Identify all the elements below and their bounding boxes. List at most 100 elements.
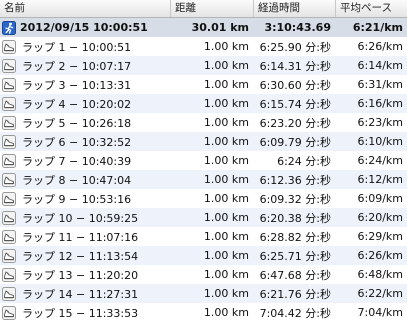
lap-row[interactable]: ラップ 14 − 11:27:31 1.00 km 6:21.76 分:秒 6:22/… — [0, 284, 407, 303]
summary-pace: 6:21/km — [352, 21, 403, 34]
summary-name: 2012/09/15 10:00:51 — [20, 21, 148, 34]
lap-distance: 1.00 km — [203, 211, 249, 224]
lap-distance: 1.00 km — [203, 154, 249, 167]
lap-time: 6:14.31 分:秒 — [259, 59, 331, 73]
lap-name-cell: ラップ 8 − 10:47:04 — [0, 172, 170, 188]
lap-row[interactable]: ラップ 7 − 10:40:39 1.00 km 6:24 分:秒 6:24/km — [0, 151, 407, 170]
lap-row[interactable]: ラップ 9 − 10:53:16 1.00 km 6:09.32 分:秒 6:09/k… — [0, 189, 407, 208]
shoe-icon — [2, 134, 16, 149]
shoe-icon — [2, 39, 16, 54]
lap-name-cell: ラップ 6 − 10:32:52 — [0, 134, 170, 150]
lap-distance: 1.00 km — [203, 173, 249, 186]
lap-distance: 1.00 km — [203, 135, 249, 148]
lap-row[interactable]: ラップ 6 − 10:32:52 1.00 km 6:09.79 分:秒 6:10/k… — [0, 132, 407, 151]
lap-row[interactable]: ラップ 10 − 10:59:25 1.00 km 6:20.38 分:秒 6:20/… — [0, 208, 407, 227]
lap-row[interactable]: ラップ 11 − 11:07:16 1.00 km 6:28.82 分:秒 6:29/… — [0, 227, 407, 246]
lap-name: ラップ 5 − 10:26:18 — [22, 116, 132, 130]
lap-name: ラップ 11 − 11:07:16 — [22, 230, 139, 244]
lap-time: 6:47.68 分:秒 — [259, 268, 331, 282]
lap-name: ラップ 3 − 10:13:31 — [22, 78, 132, 92]
shoe-icon — [2, 248, 16, 263]
lap-pace: 6:29/km — [357, 230, 404, 243]
lap-row[interactable]: ラップ 5 − 10:26:18 1.00 km 6:23.20 分:秒 6:23/k… — [0, 113, 407, 132]
summary-name-cell: 2012/09/15 10:00:51 — [0, 20, 170, 35]
lap-time: 6:25.71 分:秒 — [259, 249, 331, 263]
lap-rows: ラップ 1 − 10:00:51 1.00 km 6:25.90 分:秒 6:26/k… — [0, 37, 407, 322]
lap-name-cell: ラップ 10 − 10:59:25 — [0, 210, 170, 226]
laps-table: 名前 距離 経過時間 平均ペース 2012/09/15 10:00:51 30.… — [0, 0, 407, 320]
lap-name-cell: ラップ 5 − 10:26:18 — [0, 115, 170, 131]
shoe-icon — [2, 77, 16, 92]
lap-time: 6:20.38 分:秒 — [259, 211, 331, 225]
lap-time: 6:28.82 分:秒 — [259, 230, 331, 244]
lap-name-cell: ラップ 14 − 11:27:31 — [0, 286, 170, 302]
lap-pace: 6:12/km — [357, 173, 404, 186]
lap-pace: 6:22/km — [357, 287, 404, 300]
lap-time: 6:21.76 分:秒 — [259, 287, 331, 301]
runner-icon — [2, 20, 16, 35]
summary-time: 3:10:43.69 — [264, 21, 331, 34]
lap-row[interactable]: ラップ 4 − 10:20:02 1.00 km 6:15.74 分:秒 6:16/k… — [0, 94, 407, 113]
lap-name: ラップ 14 − 11:27:31 — [22, 287, 139, 301]
lap-row[interactable]: ラップ 8 − 10:47:04 1.00 km 6:12.36 分:秒 6:12/k… — [0, 170, 407, 189]
lap-name: ラップ 12 − 11:13:54 — [22, 249, 139, 263]
shoe-icon — [2, 286, 16, 301]
lap-pace: 6:48/km — [357, 268, 404, 281]
lap-name-cell: ラップ 1 − 10:00:51 — [0, 39, 170, 55]
lap-distance: 1.00 km — [203, 78, 249, 91]
shoe-icon — [2, 96, 16, 111]
lap-distance: 1.00 km — [203, 116, 249, 129]
lap-name-cell: ラップ 3 − 10:13:31 — [0, 77, 170, 93]
lap-row[interactable]: ラップ 2 − 10:07:17 1.00 km 6:14.31 分:秒 6:14/k… — [0, 56, 407, 75]
lap-row[interactable]: ラップ 1 − 10:00:51 1.00 km 6:25.90 分:秒 6:26/k… — [0, 37, 407, 56]
lap-pace: 6:24/km — [357, 154, 404, 167]
lap-distance: 1.00 km — [203, 249, 249, 262]
lap-row[interactable]: ラップ 12 − 11:13:54 1.00 km 6:25.71 分:秒 6:26/… — [0, 246, 407, 265]
shoe-icon — [2, 153, 16, 168]
lap-pace: 6:20/km — [357, 211, 404, 224]
lap-pace: 6:31/km — [357, 78, 404, 91]
lap-row[interactable]: ラップ 13 − 11:20:20 1.00 km 6:47.68 分:秒 6:48/… — [0, 265, 407, 284]
column-header-elapsed[interactable]: 経過時間 — [253, 0, 335, 17]
shoe-icon — [2, 210, 16, 225]
lap-name-cell: ラップ 2 − 10:07:17 — [0, 58, 170, 74]
lap-name: ラップ 4 − 10:20:02 — [22, 97, 132, 111]
lap-distance: 1.00 km — [203, 40, 249, 53]
lap-pace: 6:09/km — [357, 192, 404, 205]
lap-distance: 1.00 km — [203, 268, 249, 281]
lap-name-cell: ラップ 12 − 11:13:54 — [0, 248, 170, 264]
lap-distance: 1.00 km — [203, 97, 249, 110]
lap-time: 6:12.36 分:秒 — [259, 173, 331, 187]
lap-pace: 6:16/km — [357, 97, 404, 110]
lap-distance: 1.00 km — [203, 59, 249, 72]
shoe-icon — [2, 191, 16, 206]
lap-row[interactable]: ラップ 3 − 10:13:31 1.00 km 6:30.60 分:秒 6:31/k… — [0, 75, 407, 94]
lap-pace: 6:26/km — [357, 249, 404, 262]
lap-name: ラップ 8 − 10:47:04 — [22, 173, 132, 187]
lap-name: ラップ 1 − 10:00:51 — [22, 40, 132, 54]
shoe-icon — [2, 229, 16, 244]
lap-name-cell: ラップ 13 − 11:20:20 — [0, 267, 170, 283]
lap-name: ラップ 13 − 11:20:20 — [22, 268, 139, 282]
column-header-pace[interactable]: 平均ペース — [335, 0, 407, 17]
lap-name: ラップ 2 − 10:07:17 — [22, 59, 132, 73]
lap-name: ラップ 10 − 10:59:25 — [22, 211, 139, 225]
table-header: 名前 距離 経過時間 平均ペース — [0, 0, 407, 18]
lap-row[interactable]: ラップ 15 − 11:33:53 1.00 km 7:04.42 分:秒 7:04/… — [0, 303, 407, 322]
lap-name-cell: ラップ 9 − 10:53:16 — [0, 191, 170, 207]
shoe-icon — [2, 172, 16, 187]
lap-name: ラップ 15 − 11:33:53 — [22, 306, 139, 320]
lap-time: 6:24 分:秒 — [277, 154, 331, 168]
summary-distance: 30.01 km — [191, 21, 249, 34]
lap-name-cell: ラップ 11 − 11:07:16 — [0, 229, 170, 245]
lap-name: ラップ 7 − 10:40:39 — [22, 154, 132, 168]
column-header-distance[interactable]: 距離 — [170, 0, 253, 17]
lap-time: 6:09.32 分:秒 — [259, 192, 331, 206]
lap-pace: 6:23/km — [357, 116, 404, 129]
column-header-name[interactable]: 名前 — [0, 0, 170, 17]
summary-row[interactable]: 2012/09/15 10:00:51 30.01 km 3:10:43.69 … — [0, 18, 407, 37]
lap-time: 6:09.79 分:秒 — [259, 135, 331, 149]
lap-distance: 1.00 km — [203, 287, 249, 300]
lap-name-cell: ラップ 15 − 11:33:53 — [0, 305, 170, 321]
lap-time: 6:30.60 分:秒 — [259, 78, 331, 92]
